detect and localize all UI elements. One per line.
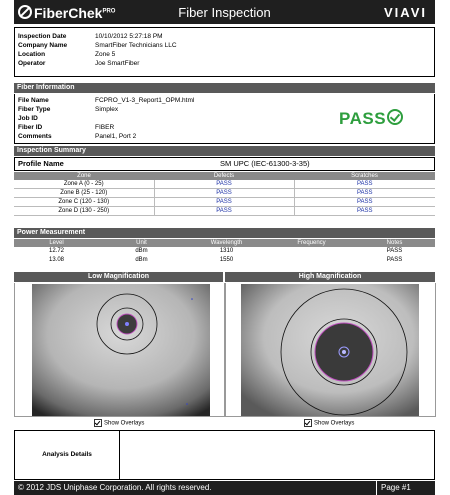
profile-row: Profile Name SM UPC (IEC-61300-3-35) (14, 157, 435, 171)
frequency-column-header: Frequency (269, 239, 354, 247)
defects-cell: PASS (154, 188, 295, 198)
zone-cell: Zone C (120 - 130) (14, 197, 155, 207)
location-label: Location (18, 51, 46, 58)
frequency-cell (269, 247, 354, 256)
power-measurement-heading: Power Measurement (14, 228, 435, 238)
low-show-overlays-label: Show Overlays (104, 420, 145, 427)
checkbox-checked-icon (94, 419, 102, 427)
zone-table-header: Zone Defects Scratches (14, 172, 435, 180)
high-magnification-image (241, 284, 419, 416)
page-number: Page #1 (381, 483, 411, 492)
table-row: Zone A (0 - 25) PASS PASS (14, 180, 435, 189)
fiber-type-label: Fiber Type (18, 106, 51, 113)
table-row: Zone D (130 - 250) PASS PASS (14, 206, 435, 216)
overall-result-badge: PASS (339, 108, 404, 129)
analysis-details-box: Analysis Details (14, 430, 435, 480)
scratches-cell: PASS (294, 188, 435, 198)
high-show-overlays-label: Show Overlays (314, 420, 355, 427)
notes-column-header: Notes (354, 239, 435, 247)
footer-divider (376, 481, 377, 495)
report-page: FiberChekPRO Fiber Inspection VIAVI Insp… (14, 0, 436, 495)
company-name-value: SmartFiber Technicians LLC (95, 42, 177, 49)
fiber-information-heading: Fiber Information (14, 83, 435, 93)
report-title: Fiber Inspection (178, 5, 271, 20)
low-magnification-heading: Low Magnification (14, 272, 223, 282)
pass-check-icon (387, 109, 404, 125)
profile-name-label: Profile Name (18, 159, 64, 168)
level-cell: 12.72 (48, 248, 64, 254)
unit-cell: dBm (135, 257, 148, 263)
scratches-cell: PASS (294, 206, 435, 216)
defects-column-header: Defects (154, 172, 294, 180)
high-mag-fiber-svg (241, 284, 419, 416)
table-row: 12.72 dBm 1310 PASS (14, 247, 435, 256)
file-name-value: FCPRO_V1-3_Report1_OPM.html (95, 97, 195, 104)
high-show-overlays-checkbox[interactable]: Show Overlays (304, 419, 354, 428)
frequency-cell (269, 256, 354, 265)
notes-cell: PASS (386, 248, 403, 254)
profile-name-value: SM UPC (IEC-61300-3-35) (220, 159, 310, 168)
scratches-cell: PASS (294, 197, 435, 207)
level-cell: 13.08 (48, 257, 64, 263)
report-footer: © 2012 JDS Uniphase Corporation. All rig… (14, 481, 435, 495)
comments-label: Comments (18, 133, 52, 140)
defects-cell: PASS (154, 180, 295, 189)
zone-cell: Zone A (0 - 25) (14, 180, 155, 189)
defects-cell: PASS (154, 206, 295, 216)
fiber-id-value: FIBER (95, 124, 115, 131)
inspection-details-box: Inspection Date 10/10/2012 5:27:18 PM Co… (14, 27, 435, 77)
wavelength-cell: 1550 (219, 257, 234, 263)
fiber-type-value: Simplex (95, 106, 119, 113)
inspection-summary-heading: Inspection Summary (14, 146, 435, 156)
zone-column-header: Zone (14, 172, 154, 180)
high-magnification-heading: High Magnification (225, 272, 435, 282)
level-column-header: Level (14, 239, 99, 247)
comments-value: Panel1, Port 2 (95, 133, 137, 140)
zone-cell: Zone B (25 - 120) (14, 188, 155, 198)
scratches-column-header: Scratches (294, 172, 435, 180)
operator-label: Operator (18, 60, 46, 67)
low-mag-fiber-svg (32, 284, 210, 416)
report-header: FiberChekPRO Fiber Inspection VIAVI (14, 0, 435, 24)
checkbox-checked-icon (304, 419, 312, 427)
company-name-label: Company Name (18, 42, 68, 49)
table-row: Zone B (25 - 120) PASS PASS (14, 188, 435, 198)
zone-cell: Zone D (130 - 250) (14, 206, 155, 216)
copyright-text: © 2012 JDS Uniphase Corporation. All rig… (18, 483, 212, 492)
defects-cell: PASS (154, 197, 295, 207)
brand-logo: VIAVI (384, 5, 427, 20)
job-id-label: Job ID (18, 115, 38, 122)
notes-cell: PASS (386, 257, 403, 263)
table-row: Zone C (120 - 130) PASS PASS (14, 197, 435, 207)
unit-cell: dBm (135, 248, 148, 254)
inspection-date-label: Inspection Date (18, 33, 67, 40)
file-name-label: File Name (18, 97, 49, 104)
low-magnification-panel (14, 283, 225, 417)
overall-result-text: PASS (339, 109, 387, 128)
power-table-header: Level Unit Wavelength Frequency Notes (14, 239, 435, 247)
low-show-overlays-checkbox[interactable]: Show Overlays (94, 419, 144, 428)
wavelength-column-header: Wavelength (184, 239, 269, 247)
zone-summary-table: Zone Defects Scratches Zone A (0 - 25) P… (14, 172, 435, 216)
location-value: Zone 5 (95, 51, 116, 58)
unit-column-header: Unit (99, 239, 184, 247)
power-measurement-table: Level Unit Wavelength Frequency Notes 12… (14, 239, 435, 265)
low-magnification-image (32, 284, 210, 416)
wavelength-cell: 1310 (219, 248, 234, 254)
table-row: 13.08 dBm 1550 PASS (14, 256, 435, 265)
fiber-id-label: Fiber ID (18, 124, 43, 131)
inspection-date-value: 10/10/2012 5:27:18 PM (95, 33, 163, 40)
analysis-details-label: Analysis Details (15, 431, 120, 479)
operator-value: Joe SmartFiber (95, 60, 140, 67)
scratches-cell: PASS (294, 180, 435, 189)
high-magnification-panel (225, 283, 436, 417)
